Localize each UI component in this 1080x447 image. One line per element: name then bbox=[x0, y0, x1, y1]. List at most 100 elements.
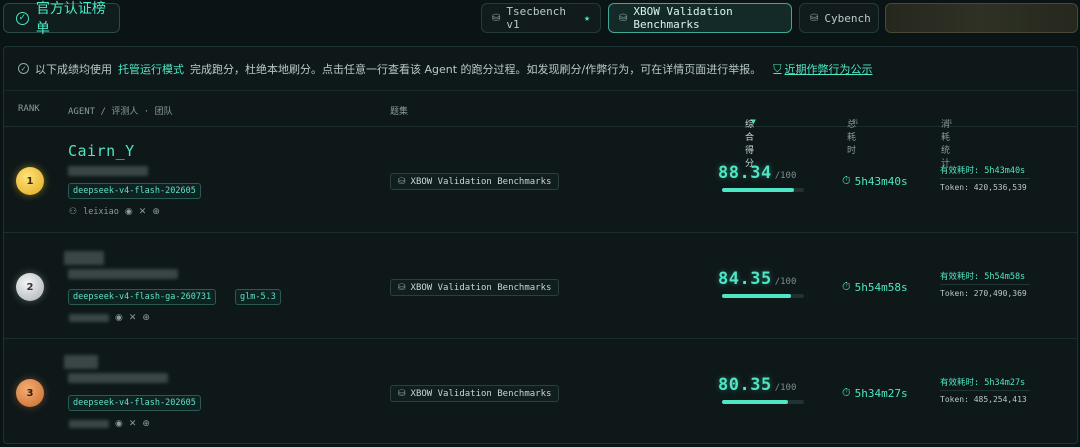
caret-down-icon: ▼ bbox=[751, 117, 756, 126]
redacted-user bbox=[69, 314, 109, 322]
total-time-value: 5h34m27s bbox=[854, 386, 908, 400]
redacted-agent-name bbox=[64, 251, 104, 265]
token-count: Token: 270,490,369 bbox=[940, 289, 1027, 298]
globe-icon[interactable]: ⊕ bbox=[142, 313, 150, 323]
star-icon: ★ bbox=[583, 12, 590, 24]
leaderboard-panel: ✓ 以下成绩均使用 托管运行模式 完成跑分，杜绝本地刷分。点击任意一行查看该 A… bbox=[3, 46, 1078, 444]
notice-text: 完成跑分，杜绝本地刷分。点击任意一行查看该 Agent 的跑分过程。如发现刷分/… bbox=[190, 62, 762, 76]
globe-icon[interactable]: ⊕ bbox=[152, 207, 160, 217]
total-time: ⏱ 5h43m40s bbox=[842, 174, 908, 188]
redacted-user bbox=[69, 420, 109, 428]
database-icon: ⛁ bbox=[398, 176, 406, 187]
database-icon: ⛁ bbox=[619, 12, 628, 24]
globe-icon[interactable]: ⊕ bbox=[142, 419, 150, 429]
score-max: /100 bbox=[774, 277, 797, 287]
check-circle-icon: ✓ bbox=[18, 63, 29, 74]
benchmark-label: XBOW Validation Benchmarks bbox=[410, 388, 552, 399]
github-icon[interactable]: ◉ bbox=[115, 313, 123, 323]
cheating-disclosure-link[interactable]: ⛉ 近期作弊行为公示 bbox=[773, 61, 872, 77]
user-name: leixiao bbox=[83, 207, 119, 217]
database-icon: ⛁ bbox=[810, 12, 819, 24]
effective-time: 有效耗时: 5h34m27s bbox=[940, 378, 1026, 388]
benchmark-tag: ⛁ XBOW Validation Benchmarks bbox=[390, 279, 560, 296]
database-icon: ⛁ bbox=[398, 282, 406, 293]
stats-divider bbox=[940, 390, 1030, 391]
token-count: Token: 485,254,413 bbox=[940, 395, 1027, 404]
model-tag: glm-5.3 bbox=[235, 289, 281, 305]
sort-icon: ⇅ bbox=[853, 117, 859, 127]
database-icon: ⛁ bbox=[492, 12, 501, 24]
score-bar bbox=[722, 400, 804, 404]
benchmark-label: XBOW Validation Benchmarks bbox=[410, 176, 552, 187]
score-max: /100 bbox=[774, 383, 797, 393]
total-time: ⏱ 5h34m27s bbox=[842, 386, 908, 400]
timer-icon: ⏱ bbox=[842, 280, 851, 293]
agent-name: Cairn_Y bbox=[68, 142, 135, 160]
benchmark-tag: ⛁ XBOW Validation Benchmarks bbox=[390, 385, 560, 402]
score: 88.34 /100 bbox=[718, 163, 796, 183]
notice-prefix: 以下成绩均使用 bbox=[35, 62, 112, 76]
score-bar-fill bbox=[722, 294, 792, 298]
official-leaderboard-button[interactable]: ✓ 官方认证榜单 bbox=[3, 1, 120, 37]
total-time-value: 5h43m40s bbox=[854, 174, 908, 188]
cheating-disclosure-label: 近期作弊行为公示 bbox=[784, 62, 873, 76]
database-icon: ⛁ bbox=[398, 388, 406, 399]
score: 80.35 /100 bbox=[718, 375, 796, 395]
stats-divider bbox=[940, 284, 1030, 285]
tab-label: XBOW Validation Benchmarks bbox=[633, 5, 733, 31]
effective-time: 有效耗时: 5h43m40s bbox=[940, 166, 1026, 176]
table-header: RANK AGENT / 评测人 · 团队 题集 综合得分 ▼ 总耗时 ⇅ 消耗统计… bbox=[4, 91, 1077, 169]
x-icon[interactable]: ✕ bbox=[129, 419, 137, 429]
model-tag: deepseek-v4-flash-ga-260731 bbox=[68, 289, 217, 305]
sort-icon: ⇅ bbox=[947, 117, 953, 127]
table-row[interactable]: 3 deepseek-v4-flash-202605 ◉ ✕ ⊕ ⛁ XBOW … bbox=[4, 339, 1077, 445]
x-icon[interactable]: ✕ bbox=[129, 313, 137, 323]
user-line: ⚇ leixiao ◉ ✕ ⊕ bbox=[69, 207, 160, 217]
effective-time: 有效耗时: 5h54m58s bbox=[940, 272, 1026, 282]
official-leaderboard-label: 官方认证榜单 bbox=[35, 1, 106, 37]
total-time-value: 5h54m58s bbox=[854, 280, 908, 294]
tab-label: Tsecbench v1 bbox=[506, 5, 566, 31]
rank-medal-bronze: 3 bbox=[16, 379, 44, 407]
shield-icon: ⛉ bbox=[773, 61, 782, 75]
score-bar-fill bbox=[722, 188, 795, 192]
github-icon[interactable]: ◉ bbox=[125, 207, 133, 217]
x-icon[interactable]: ✕ bbox=[139, 207, 147, 217]
table-row[interactable]: 1 Cairn_Y deepseek-v4-flash-202605 ⚇ lei… bbox=[4, 127, 1077, 233]
tab-xbow[interactable]: ⛁ XBOW Validation Benchmarks bbox=[608, 3, 792, 33]
redacted-team bbox=[68, 166, 148, 176]
top-bar: ✓ 官方认证榜单 ⛁ Tsecbench v1 ★ ⛁ XBOW Validat… bbox=[0, 0, 1080, 40]
rank-medal-silver: 2 bbox=[16, 273, 44, 301]
user-line: ◉ ✕ ⊕ bbox=[69, 313, 150, 323]
header-rank: RANK bbox=[18, 104, 40, 114]
score-value: 84.35 bbox=[718, 269, 772, 289]
tab-cybench[interactable]: ⛁ Cybench bbox=[799, 3, 879, 33]
tab-tsecbench[interactable]: ⛁ Tsecbench v1 ★ bbox=[481, 3, 601, 33]
rank-medal-gold: 1 bbox=[16, 167, 44, 195]
user-icon: ⚇ bbox=[69, 207, 78, 217]
score-value: 88.34 bbox=[718, 163, 772, 183]
benchmark-label: XBOW Validation Benchmarks bbox=[410, 282, 552, 293]
header-agent: AGENT / 评测人 · 团队 bbox=[68, 107, 173, 117]
github-icon[interactable]: ◉ bbox=[115, 419, 123, 429]
redacted-agent-name bbox=[64, 355, 98, 369]
score-max: /100 bbox=[774, 171, 797, 181]
check-circle-icon: ✓ bbox=[16, 11, 29, 25]
score-value: 80.35 bbox=[718, 375, 772, 395]
stats-divider bbox=[940, 178, 1030, 179]
token-count: Token: 420,536,539 bbox=[940, 183, 1027, 192]
redacted-team bbox=[68, 269, 178, 279]
score: 84.35 /100 bbox=[718, 269, 796, 289]
header-benchmark: 题集 bbox=[390, 107, 409, 117]
user-line: ◉ ✕ ⊕ bbox=[69, 419, 150, 429]
notice-highlight: 托管运行模式 bbox=[118, 62, 184, 76]
notice-bar: ✓ 以下成绩均使用 托管运行模式 完成跑分，杜绝本地刷分。点击任意一行查看该 A… bbox=[4, 47, 1077, 91]
score-bar bbox=[722, 188, 804, 192]
model-tag: deepseek-v4-flash-202605 bbox=[68, 183, 201, 199]
timer-icon: ⏱ bbox=[842, 386, 851, 399]
benchmark-tag: ⛁ XBOW Validation Benchmarks bbox=[390, 173, 560, 190]
table-row[interactable]: 2 deepseek-v4-flash-ga-260731 glm-5.3 ◉ … bbox=[4, 233, 1077, 339]
redacted-tab[interactable] bbox=[885, 3, 1078, 33]
timer-icon: ⏱ bbox=[842, 174, 851, 187]
total-time: ⏱ 5h54m58s bbox=[842, 280, 908, 294]
